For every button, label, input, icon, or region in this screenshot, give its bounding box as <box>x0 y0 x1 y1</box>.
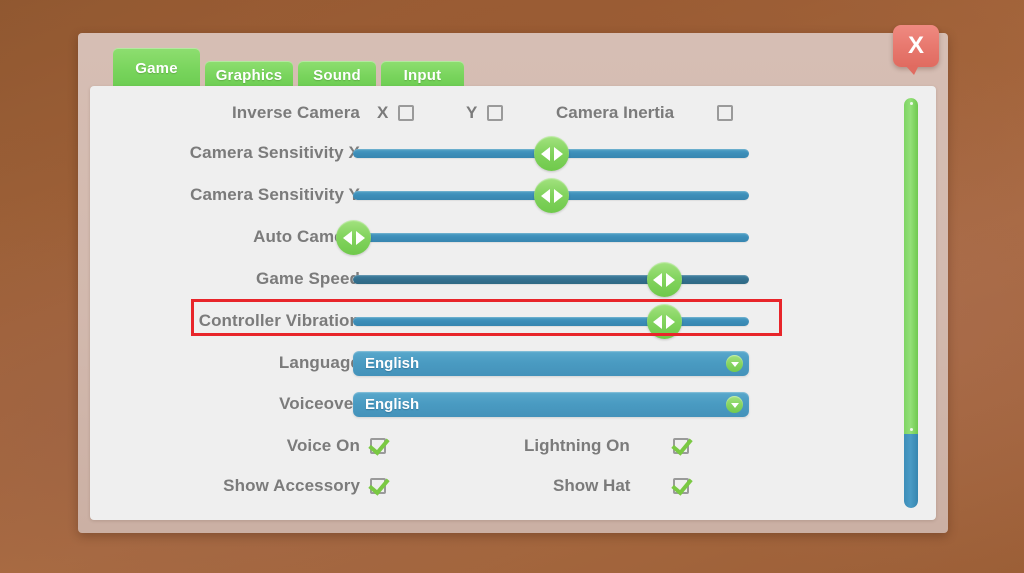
row-voice-on: Voice On Lightning On <box>90 429 936 463</box>
slider-handle[interactable] <box>646 262 682 297</box>
row-voiceover: Voiceover English <box>90 387 936 421</box>
row-camera-sensitivity-x: Camera Sensitivity X <box>90 136 936 171</box>
tab-sound[interactable]: Sound <box>298 61 376 89</box>
label-voiceover: Voiceover <box>279 394 360 413</box>
tab-game[interactable]: Game <box>113 48 200 89</box>
checkbox-voice-on[interactable] <box>370 438 386 454</box>
checkbox-show-accessory[interactable] <box>370 478 386 494</box>
label-game-speed: Game Speed <box>256 269 360 288</box>
checkbox-camera-inertia[interactable] <box>717 105 733 121</box>
dropdown-language[interactable]: English <box>353 351 749 376</box>
label-controller-vibration: Controller Vibration <box>198 311 360 330</box>
slider-track[interactable] <box>353 275 749 284</box>
dropdown-voiceover-value: English <box>365 396 420 413</box>
dropdown-language-value: English <box>365 355 420 372</box>
dropdown-language-toggle[interactable] <box>726 355 743 372</box>
arrow-left-icon <box>653 314 663 329</box>
row-language: Language English <box>90 346 936 380</box>
label-inverse-camera: Inverse Camera <box>231 103 360 122</box>
label-show-hat: Show Hat <box>553 476 631 495</box>
settings-window: Game Graphics Sound Input X Inverse Came… <box>78 25 948 533</box>
slider-auto-camera[interactable] <box>336 220 749 255</box>
row-controller-vibration: Controller Vibration <box>90 304 936 339</box>
label-camera-sensitivity-y: Camera Sensitivity Y <box>190 185 360 204</box>
vertical-scrollbar[interactable] <box>904 98 918 508</box>
checkbox-lightning-on[interactable] <box>673 438 689 454</box>
label-show-accessory: Show Accessory <box>223 476 360 495</box>
arrow-left-icon <box>653 272 663 287</box>
slider-handle[interactable] <box>336 220 371 255</box>
scrollbar-dot-icon <box>909 428 913 432</box>
label-camera-sensitivity-x: Camera Sensitivity X <box>189 143 360 162</box>
row-camera-sensitivity-y: Camera Sensitivity Y <box>90 178 936 213</box>
arrow-right-icon <box>666 314 676 329</box>
row-inverse-camera: Inverse Camera X Y Camera Inertia <box>90 96 936 130</box>
scrollbar-thumb-green[interactable] <box>904 98 918 435</box>
label-inverse-camera-y: Y <box>466 103 478 122</box>
close-button[interactable]: X <box>893 25 939 75</box>
slider-controller-vibration[interactable] <box>353 304 749 339</box>
slider-track[interactable] <box>353 233 749 242</box>
label-camera-inertia: Camera Inertia <box>556 103 675 122</box>
checkbox-show-hat[interactable] <box>673 478 689 494</box>
label-lightning-on: Lightning On <box>524 436 630 455</box>
arrow-right-icon <box>355 230 365 245</box>
slider-camera-sensitivity-y[interactable] <box>353 178 749 213</box>
arrow-left-icon <box>540 188 550 203</box>
arrow-left-icon <box>540 146 550 161</box>
label-auto-camera: Auto Camera <box>253 227 360 246</box>
tab-graphics[interactable]: Graphics <box>205 61 293 89</box>
checkbox-inverse-camera-y[interactable] <box>487 105 503 121</box>
slider-track[interactable] <box>353 317 749 326</box>
slider-handle[interactable] <box>534 136 569 171</box>
slider-game-speed[interactable] <box>353 262 749 297</box>
chevron-down-icon <box>730 361 739 367</box>
tab-input[interactable]: Input <box>381 61 464 89</box>
arrow-right-icon <box>666 272 676 287</box>
arrow-right-icon <box>553 146 563 161</box>
slider-camera-sensitivity-x[interactable] <box>353 136 749 171</box>
label-inverse-camera-x: X <box>377 103 389 122</box>
checkbox-inverse-camera-x[interactable] <box>398 105 414 121</box>
slider-handle[interactable] <box>646 304 682 339</box>
row-game-speed: Game Speed <box>90 262 936 297</box>
chevron-down-icon <box>730 402 739 408</box>
dropdown-voiceover-toggle[interactable] <box>726 396 743 413</box>
close-icon: X <box>907 32 924 59</box>
scrollbar-thumb-blue[interactable] <box>904 434 918 508</box>
row-auto-camera: Auto Camera <box>90 220 936 255</box>
scrollbar-dot-icon <box>909 102 913 105</box>
desktop-backdrop: Game Graphics Sound Input X Inverse Came… <box>0 0 1024 573</box>
row-show-accessory: Show Accessory Show Hat <box>90 469 936 503</box>
arrow-right-icon <box>553 188 563 203</box>
label-voice-on: Voice On <box>286 436 360 455</box>
slider-handle[interactable] <box>534 178 569 213</box>
tab-strip: Game Graphics Sound Input <box>78 33 948 89</box>
settings-panel: Inverse Camera X Y Camera Inertia Camera… <box>90 86 936 520</box>
label-language: Language <box>278 353 360 372</box>
arrow-left-icon <box>342 230 352 245</box>
dropdown-voiceover[interactable]: English <box>353 392 749 417</box>
